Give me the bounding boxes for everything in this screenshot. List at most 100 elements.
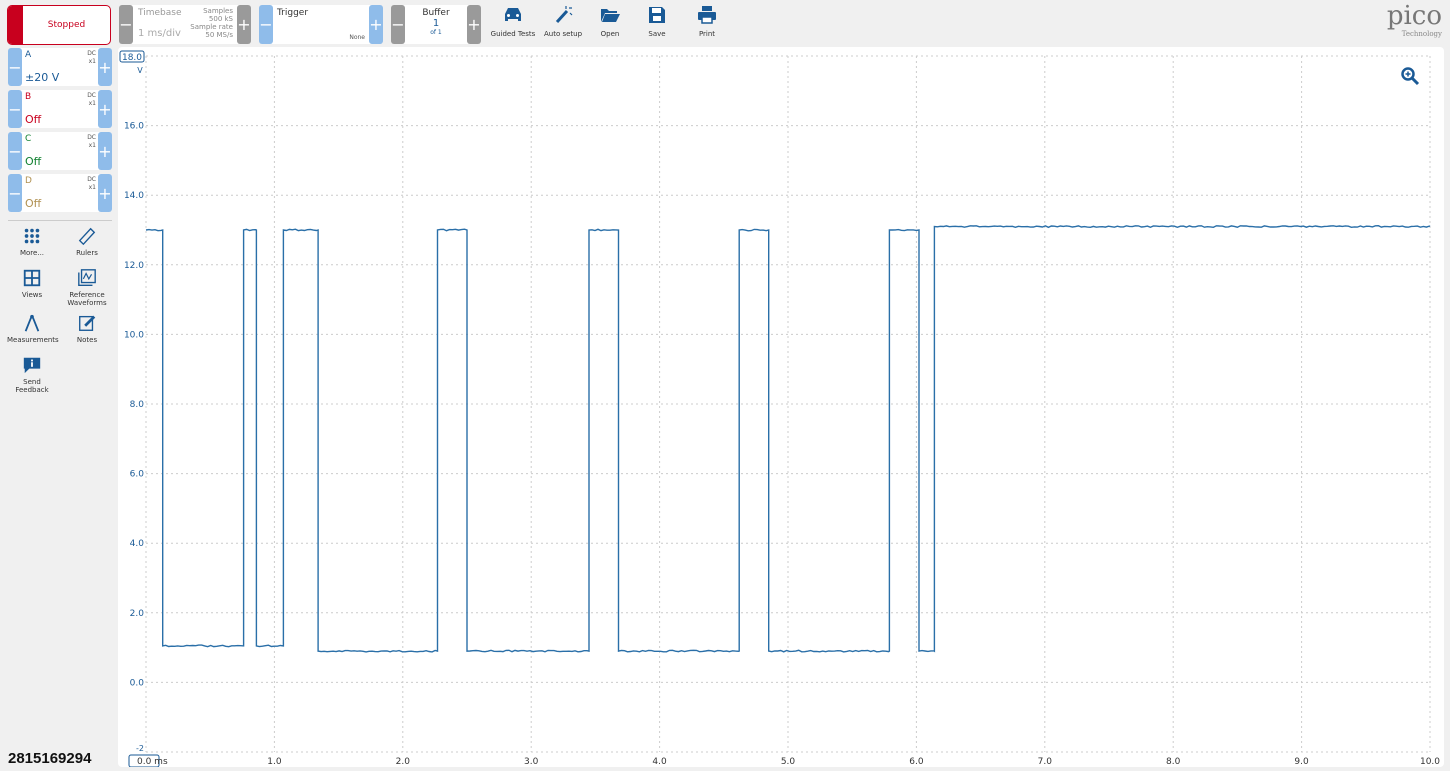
sample-rate-label: Sample rate bbox=[190, 23, 233, 31]
side-reference-waveforms-button[interactable]: Reference Waveforms bbox=[62, 268, 112, 307]
trigger-control: − Trigger None + bbox=[259, 5, 383, 44]
magic-wand-icon bbox=[555, 6, 573, 24]
x-tick-label: 1.0 bbox=[267, 757, 282, 767]
save-icon bbox=[649, 7, 665, 23]
x-tick-label: 5.0 bbox=[781, 757, 796, 767]
channel-probe[interactable]: x1 bbox=[87, 142, 96, 150]
channel-name: D bbox=[25, 176, 32, 186]
side-rulers-button[interactable]: Rulers bbox=[62, 226, 112, 257]
channel-probe[interactable]: x1 bbox=[87, 184, 96, 192]
y-tick-label: 0.0 bbox=[130, 678, 145, 688]
x-tick-label: 3.0 bbox=[524, 757, 539, 767]
y-tick-label: 6.0 bbox=[130, 470, 145, 480]
channel-range-increase-button[interactable]: + bbox=[98, 90, 112, 128]
channel-coupling[interactable]: DC bbox=[87, 134, 96, 142]
x-tick-label: 4.0 bbox=[652, 757, 667, 767]
trigger-increase-button[interactable]: + bbox=[369, 5, 383, 44]
buffer-count: of 1 bbox=[430, 29, 442, 36]
y-tick-label: 2.0 bbox=[130, 609, 145, 619]
channel-range-increase-button[interactable]: + bbox=[98, 48, 112, 86]
channel-range-decrease-button[interactable]: − bbox=[8, 174, 22, 212]
buffer-previous-button[interactable]: − bbox=[391, 5, 405, 44]
channel-coupling[interactable]: DC bbox=[87, 50, 96, 58]
channel-range[interactable]: Off bbox=[25, 155, 41, 168]
toolbar-auto-setup-button[interactable]: Auto setup bbox=[538, 4, 588, 38]
timebase-title: Timebase bbox=[138, 8, 182, 18]
trigger-decrease-button[interactable]: − bbox=[259, 5, 273, 44]
buffer-value: 1 bbox=[432, 18, 440, 29]
channel-range-decrease-button[interactable]: − bbox=[8, 48, 22, 86]
y-tick-label: 18.0 bbox=[122, 53, 142, 63]
side-more-button[interactable]: More... bbox=[7, 226, 57, 257]
compass-icon bbox=[24, 314, 40, 332]
buffer-title: Buffer bbox=[422, 8, 450, 18]
toolbar-print-button[interactable]: Print bbox=[682, 4, 732, 38]
grid-dots-icon bbox=[24, 228, 40, 244]
printer-icon bbox=[698, 6, 716, 24]
x-tick-label: 0.0 ms bbox=[137, 757, 168, 767]
waveform-chart: 1.0 2.0 3.0 4.0 5.0 6.0 7.0 8.0 9.0 10.0 0.0 2.0 4.0… bbox=[119, 50, 1440, 768]
channel-name: B bbox=[25, 92, 32, 102]
channel-a-control: − A DC x1 ±20 V + bbox=[8, 48, 112, 86]
y-unit-label: V bbox=[137, 66, 143, 75]
toolbar-guided-tests-button[interactable]: Guided Tests bbox=[488, 4, 538, 38]
side-send-feedback-button[interactable]: Send Feedback bbox=[7, 355, 57, 394]
y-tick-label: 8.0 bbox=[130, 400, 145, 410]
side-views-button[interactable]: Views bbox=[7, 268, 57, 299]
x-tick-label: 7.0 bbox=[1038, 757, 1053, 767]
channel-range[interactable]: Off bbox=[25, 197, 41, 210]
channel-coupling[interactable]: DC bbox=[87, 176, 96, 184]
x-tick-label: 2.0 bbox=[396, 757, 411, 767]
channel-b-control: − B DC x1 Off + bbox=[8, 90, 112, 128]
channel-probe[interactable]: x1 bbox=[87, 58, 96, 66]
channel-range[interactable]: ±20 V bbox=[25, 71, 59, 84]
channel-c-control: − C DC x1 Off + bbox=[8, 132, 112, 170]
sample-rate-value: 50 MS/s bbox=[205, 31, 233, 39]
timebase-value[interactable]: 1 ms/div bbox=[138, 28, 181, 39]
y-tick-label: -2 bbox=[136, 744, 144, 753]
footer-id: 2815169294 bbox=[8, 750, 92, 767]
timebase-decrease-button[interactable]: − bbox=[119, 5, 133, 44]
x-tick-label: 6.0 bbox=[909, 757, 924, 767]
channel-range[interactable]: Off bbox=[25, 113, 41, 126]
trigger-title: Trigger bbox=[277, 8, 309, 18]
x-tick-label: 8.0 bbox=[1166, 757, 1181, 767]
zoom-icon[interactable] bbox=[1400, 66, 1420, 90]
side-notes-button[interactable]: Notes bbox=[62, 313, 112, 344]
timebase-control: − Timebase 1 ms/div Samples 500 kS Sampl… bbox=[119, 5, 251, 44]
status-indicator bbox=[8, 6, 23, 44]
buffer-control: − Buffer 1 of 1 + bbox=[391, 5, 481, 44]
toolbar-open-button[interactable]: Open bbox=[585, 4, 635, 38]
x-tick-label: 10.0 bbox=[1420, 757, 1440, 767]
ruler-icon bbox=[78, 227, 96, 246]
timebase-increase-button[interactable]: + bbox=[237, 5, 251, 44]
car-icon bbox=[505, 8, 521, 21]
status-label: Stopped bbox=[47, 20, 86, 30]
toolbar-save-button[interactable]: Save bbox=[632, 4, 682, 38]
side-measurements-button[interactable]: Measurements bbox=[7, 313, 59, 344]
y-tick-label: 16.0 bbox=[124, 122, 144, 132]
divider bbox=[8, 220, 112, 221]
samples-label: Samples bbox=[203, 7, 233, 15]
channel-range-increase-button[interactable]: + bbox=[98, 132, 112, 170]
trigger-mode[interactable]: None bbox=[349, 34, 365, 41]
channel-d-control: − D DC x1 Off + bbox=[8, 174, 112, 212]
y-tick-label: 10.0 bbox=[124, 330, 144, 340]
channel-name: C bbox=[25, 134, 32, 144]
y-tick-label: 14.0 bbox=[124, 191, 144, 201]
samples-value: 500 kS bbox=[208, 15, 233, 23]
channel-coupling[interactable]: DC bbox=[87, 92, 96, 100]
scope-view[interactable]: 1.0 2.0 3.0 4.0 5.0 6.0 7.0 8.0 9.0 10.0 0.0 2.0 4.0… bbox=[118, 47, 1444, 768]
pico-logo: pico Technology bbox=[1386, 1, 1442, 38]
notes-icon bbox=[79, 315, 96, 331]
folder-open-icon bbox=[601, 9, 620, 22]
channel-range-increase-button[interactable]: + bbox=[98, 174, 112, 212]
channel-range-decrease-button[interactable]: − bbox=[8, 132, 22, 170]
channel-range-decrease-button[interactable]: − bbox=[8, 90, 22, 128]
x-tick-label: 9.0 bbox=[1294, 757, 1309, 767]
buffer-next-button[interactable]: + bbox=[467, 5, 481, 44]
channel-probe[interactable]: x1 bbox=[87, 100, 96, 108]
feedback-icon bbox=[23, 357, 41, 374]
run-stop-button[interactable]: Stopped bbox=[7, 5, 111, 45]
y-tick-label: 12.0 bbox=[124, 261, 144, 271]
